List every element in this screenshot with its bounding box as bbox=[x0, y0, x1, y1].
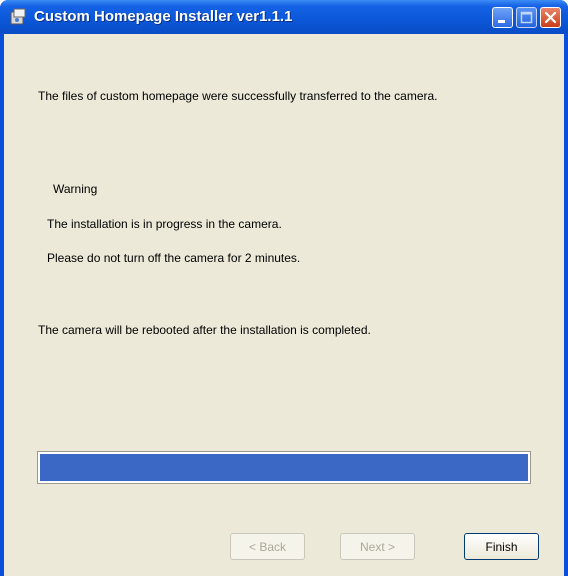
progress-bar-fill bbox=[40, 454, 528, 481]
minimize-icon bbox=[498, 20, 505, 23]
title-bar[interactable]: Custom Homepage Installer ver1.1.1 bbox=[0, 0, 568, 34]
finish-button[interactable]: Finish bbox=[464, 533, 539, 560]
installer-app-icon bbox=[10, 8, 26, 25]
warning-line-1: The installation is in progress in the c… bbox=[47, 217, 282, 231]
next-button[interactable]: Next > bbox=[340, 533, 415, 560]
warning-line-2: Please do not turn off the camera for 2 … bbox=[47, 251, 301, 265]
reboot-note: The camera will be rebooted after the in… bbox=[38, 323, 371, 337]
warning-heading: Warning bbox=[53, 182, 98, 196]
progress-bar bbox=[37, 451, 531, 484]
maximize-button[interactable] bbox=[516, 7, 537, 28]
maximize-icon bbox=[520, 11, 533, 24]
success-message: The files of custom homepage were succes… bbox=[38, 89, 438, 103]
dialog-body: The files of custom homepage were succes… bbox=[4, 34, 564, 576]
close-icon bbox=[544, 11, 557, 24]
window-title: Custom Homepage Installer ver1.1.1 bbox=[34, 8, 293, 25]
back-button[interactable]: < Back bbox=[230, 533, 305, 560]
installer-window: Custom Homepage Installer ver1.1.1 The f… bbox=[0, 0, 568, 576]
minimize-button[interactable] bbox=[492, 7, 513, 28]
close-button[interactable] bbox=[540, 7, 561, 28]
